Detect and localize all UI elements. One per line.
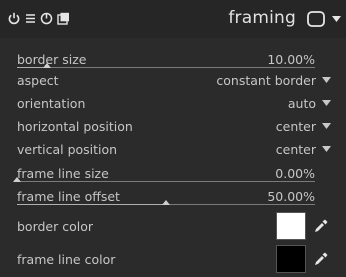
color-picker-icon[interactable] [313,251,329,267]
border-color-swatch[interactable] [276,212,306,240]
vertical-position-value: center [275,142,316,157]
border-size-slider[interactable]: border size 10.00% [0,44,346,68]
frame-line-size-label: frame line size [17,166,109,181]
color-picker-icon[interactable] [313,218,329,234]
reset-icon[interactable] [40,12,53,25]
frame-line-color-label: frame line color [17,252,116,267]
frame-line-size-slider[interactable]: frame line size 0.00% [0,161,346,185]
border-color-row: border color [0,211,346,241]
aspect-value: constant border [216,73,316,88]
chevron-down-icon [322,100,331,106]
vertical-position-label: vertical position [17,142,118,157]
presets-menu-icon[interactable] [332,16,341,23]
frame-line-color-row: frame line color [0,244,346,274]
border-size-label: border size [17,52,87,67]
vertical-position-combo[interactable]: vertical position center [0,139,346,161]
horizontal-position-label: horizontal position [17,119,133,134]
frame-line-offset-value: 50.00% [267,189,315,204]
multi-instance-icon[interactable] [25,12,36,25]
orientation-value: auto [287,96,316,111]
border-color-label: border color [17,219,94,234]
frame-line-offset-fill [17,204,166,205]
aspect-label: aspect [17,73,59,88]
aspect-combo[interactable]: aspect constant border [0,70,346,92]
frame-line-size-track[interactable] [17,181,315,182]
frame-line-offset-label: frame line offset [17,189,120,204]
orientation-label: orientation [17,96,86,111]
module-title: framing [228,8,296,28]
frame-line-color-swatch[interactable] [276,245,306,273]
orientation-combo[interactable]: orientation auto [0,93,346,115]
horizontal-position-combo[interactable]: horizontal position center [0,116,346,138]
frame-line-size-marker[interactable] [13,177,21,182]
power-icon[interactable] [8,12,20,25]
border-size-marker[interactable] [42,63,51,68]
border-size-track[interactable] [17,67,315,68]
frame-line-offset-marker[interactable] [162,200,170,205]
border-size-value: 10.00% [267,52,315,67]
frame-line-size-value: 0.00% [275,166,315,181]
chevron-down-icon [322,123,331,129]
horizontal-position-value: center [275,119,316,134]
module-header: framing [0,0,346,38]
chevron-down-icon [322,146,331,152]
frame-line-offset-slider[interactable]: frame line offset 50.00% [0,184,346,208]
presets-icon[interactable] [57,12,70,25]
module-presets-icon[interactable] [306,10,326,28]
chevron-down-icon [322,77,331,83]
